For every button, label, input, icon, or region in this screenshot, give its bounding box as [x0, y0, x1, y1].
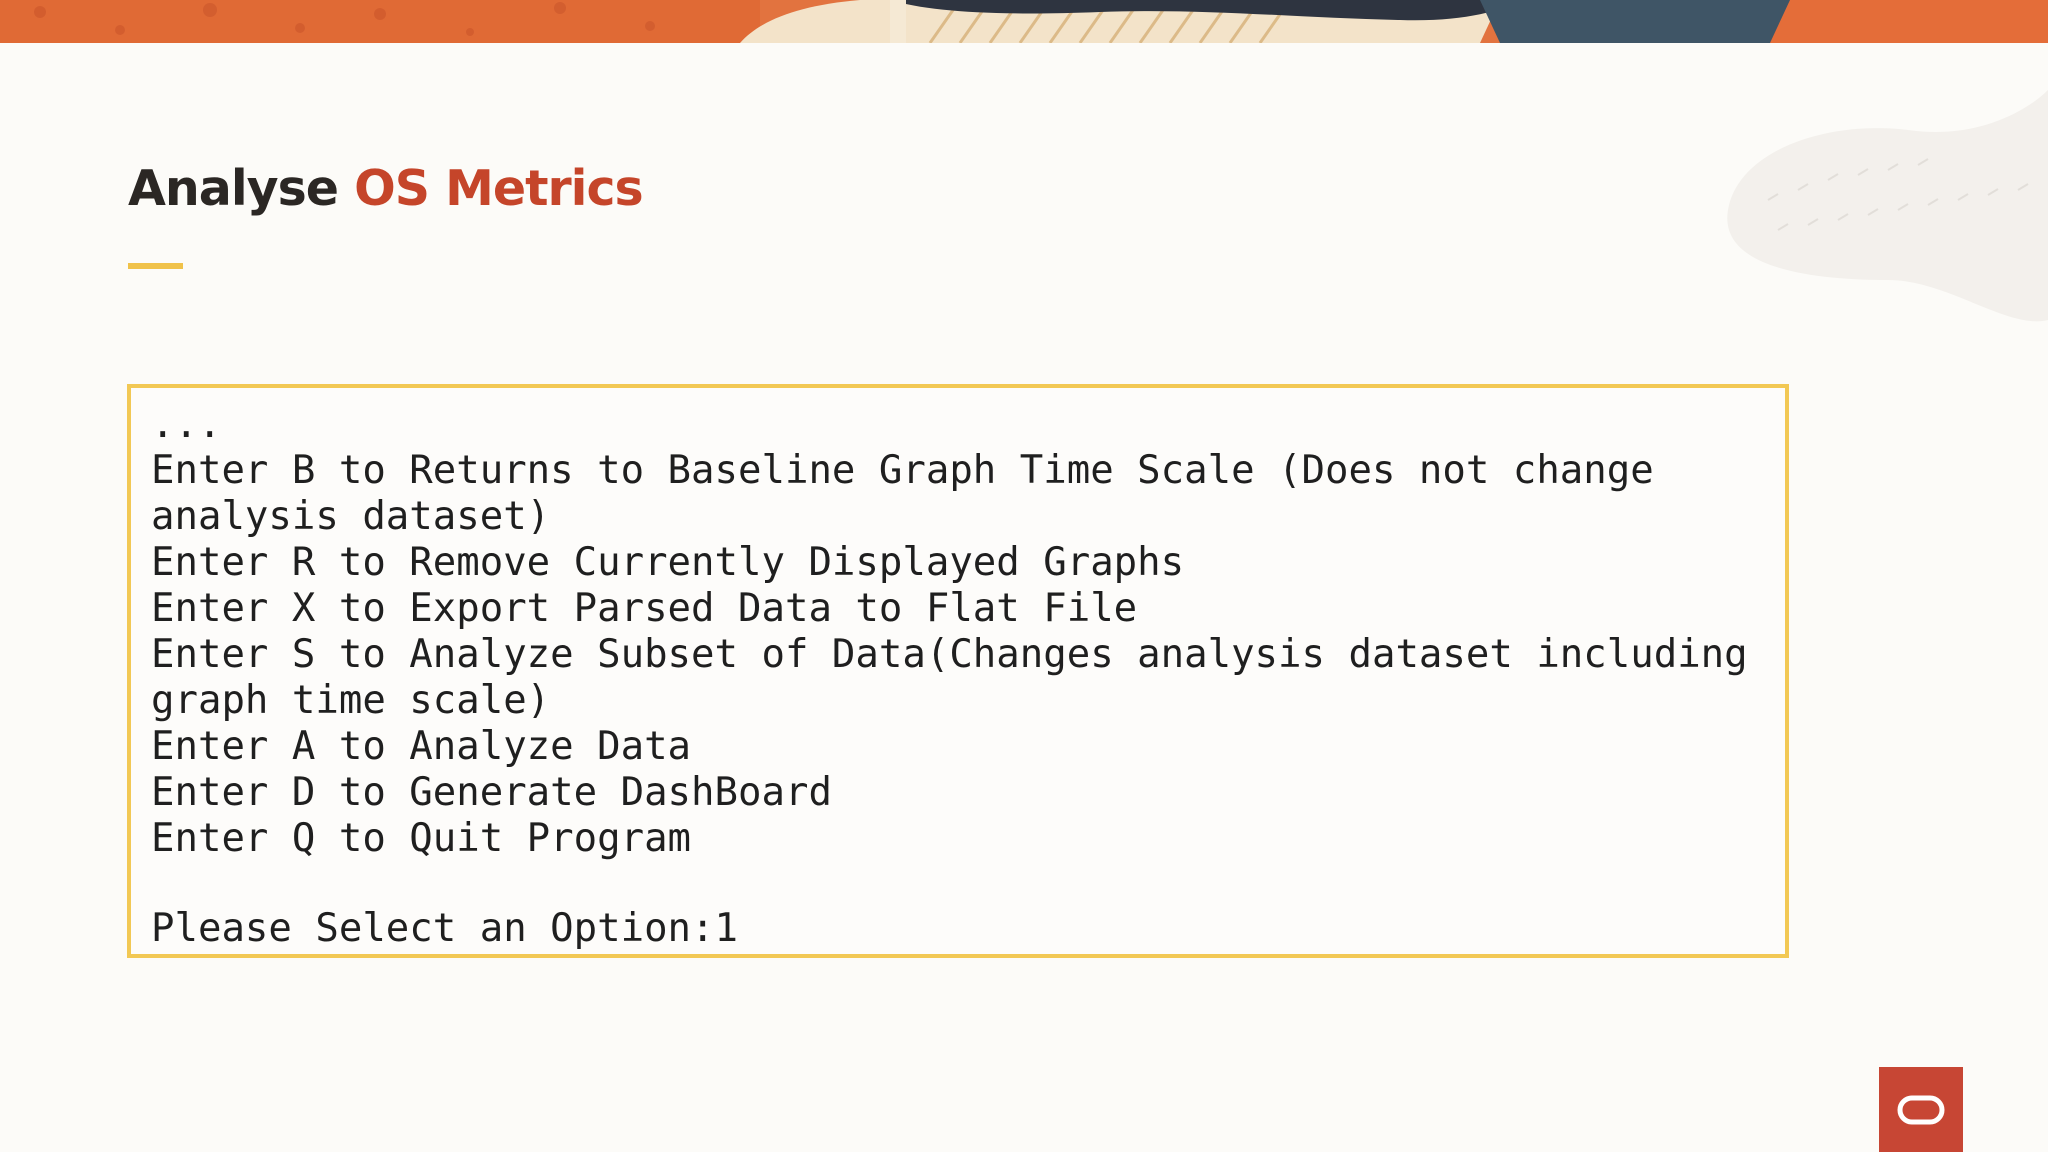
terminal-line: Enter B to Returns to Baseline Graph Tim… — [151, 448, 1654, 493]
terminal-line: Enter S to Analyze Subset of Data(Change… — [151, 632, 1748, 677]
terminal-line: Enter X to Export Parsed Data to Flat Fi… — [151, 586, 1138, 631]
oracle-logo-icon — [1897, 1095, 1945, 1124]
terminal-output-box: ... Enter B to Returns to Baseline Graph… — [127, 384, 1789, 958]
top-decorative-banner — [0, 0, 2048, 43]
terminal-line: graph time scale) — [151, 678, 551, 723]
terminal-line: Enter R to Remove Currently Displayed Gr… — [151, 540, 1185, 585]
title-accent: OS Metrics — [354, 160, 644, 217]
terminal-prompt: Please Select an Option:1 — [151, 906, 738, 951]
oracle-logo-badge — [1879, 1067, 1963, 1152]
terminal-line: analysis dataset) — [151, 494, 551, 539]
title-underline-rule — [128, 263, 183, 269]
terminal-line: Enter A to Analyze Data — [151, 724, 692, 769]
title-prefix: Analyse — [128, 160, 339, 217]
terminal-line: Enter D to Generate DashBoard — [151, 770, 832, 815]
slide-title: Analyse OS Metrics — [128, 160, 644, 217]
terminal-line: ... — [151, 402, 222, 447]
decorative-leaf-texture — [1648, 80, 2048, 360]
terminal-line: Enter Q to Quit Program — [151, 816, 692, 861]
